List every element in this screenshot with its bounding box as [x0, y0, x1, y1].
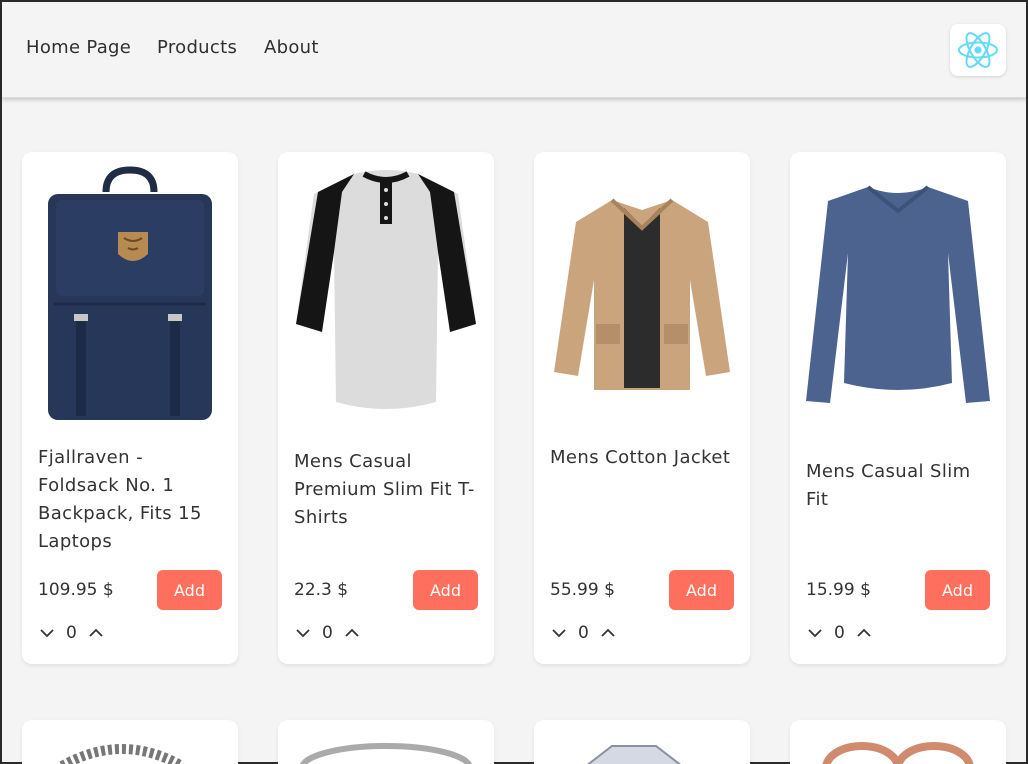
product-title: Mens Casual Slim Fit — [806, 461, 971, 510]
product-title: Fjallraven - Foldsack No. 1 Backpack, Fi… — [38, 447, 202, 552]
rose-gold-rings-image — [822, 742, 974, 764]
quantity-stepper: 0 — [806, 622, 873, 644]
nav-link-home[interactable]: Home Page — [26, 37, 131, 58]
backpack-image — [48, 166, 212, 420]
quantity-stepper: 0 — [294, 622, 361, 644]
product-title: Mens Cotton Jacket — [550, 447, 731, 468]
product-card — [790, 720, 1006, 764]
add-to-cart-button[interactable]: Add — [157, 570, 222, 610]
chevron-up-icon[interactable] — [87, 624, 105, 642]
product-card — [534, 720, 750, 764]
quantity-value: 0 — [834, 623, 845, 643]
product-price: 109.95 $ — [38, 580, 114, 600]
ring-image — [300, 743, 472, 764]
chevron-up-icon[interactable] — [343, 624, 361, 642]
product-price: 55.99 $ — [550, 580, 615, 600]
quantity-value: 0 — [66, 623, 77, 643]
product-price: 22.3 $ — [294, 580, 349, 600]
chevron-down-icon[interactable] — [38, 624, 56, 642]
product-card: Mens Casual Premium Slim Fit T-Shirts 22… — [278, 152, 494, 664]
react-logo-icon — [958, 32, 998, 68]
cotton-jacket-image — [554, 198, 730, 390]
raglan-shirt-image — [296, 170, 476, 409]
logo-button[interactable] — [950, 24, 1006, 76]
diamond-ring-image — [586, 745, 682, 764]
quantity-stepper: 0 — [38, 622, 105, 644]
nav-link-products[interactable]: Products — [157, 37, 237, 58]
product-card — [22, 720, 238, 764]
add-to-cart-button[interactable]: Add — [925, 570, 990, 610]
product-title: Mens Casual Premium Slim Fit T-Shirts — [294, 451, 475, 528]
chevron-up-icon[interactable] — [599, 624, 617, 642]
product-card — [278, 720, 494, 764]
quantity-stepper: 0 — [550, 622, 617, 644]
bracelet-image — [59, 744, 185, 764]
product-card: Mens Cotton Jacket 55.99 $ Add 0 — [534, 152, 750, 664]
slim-fit-shirt-image — [806, 185, 990, 403]
product-card: Fjallraven - Foldsack No. 1 Backpack, Fi… — [22, 152, 238, 664]
product-card: Mens Casual Slim Fit 15.99 $ Add 0 — [790, 152, 1006, 664]
product-price: 15.99 $ — [806, 580, 871, 600]
chevron-up-icon[interactable] — [855, 624, 873, 642]
chevron-down-icon[interactable] — [550, 624, 568, 642]
nav-link-about[interactable]: About — [264, 37, 319, 58]
quantity-value: 0 — [322, 623, 333, 643]
quantity-value: 0 — [578, 623, 589, 643]
chevron-down-icon[interactable] — [806, 624, 824, 642]
chevron-down-icon[interactable] — [294, 624, 312, 642]
add-to-cart-button[interactable]: Add — [669, 570, 734, 610]
navbar: Home Page Products About — [2, 2, 1026, 98]
add-to-cart-button[interactable]: Add — [413, 570, 478, 610]
